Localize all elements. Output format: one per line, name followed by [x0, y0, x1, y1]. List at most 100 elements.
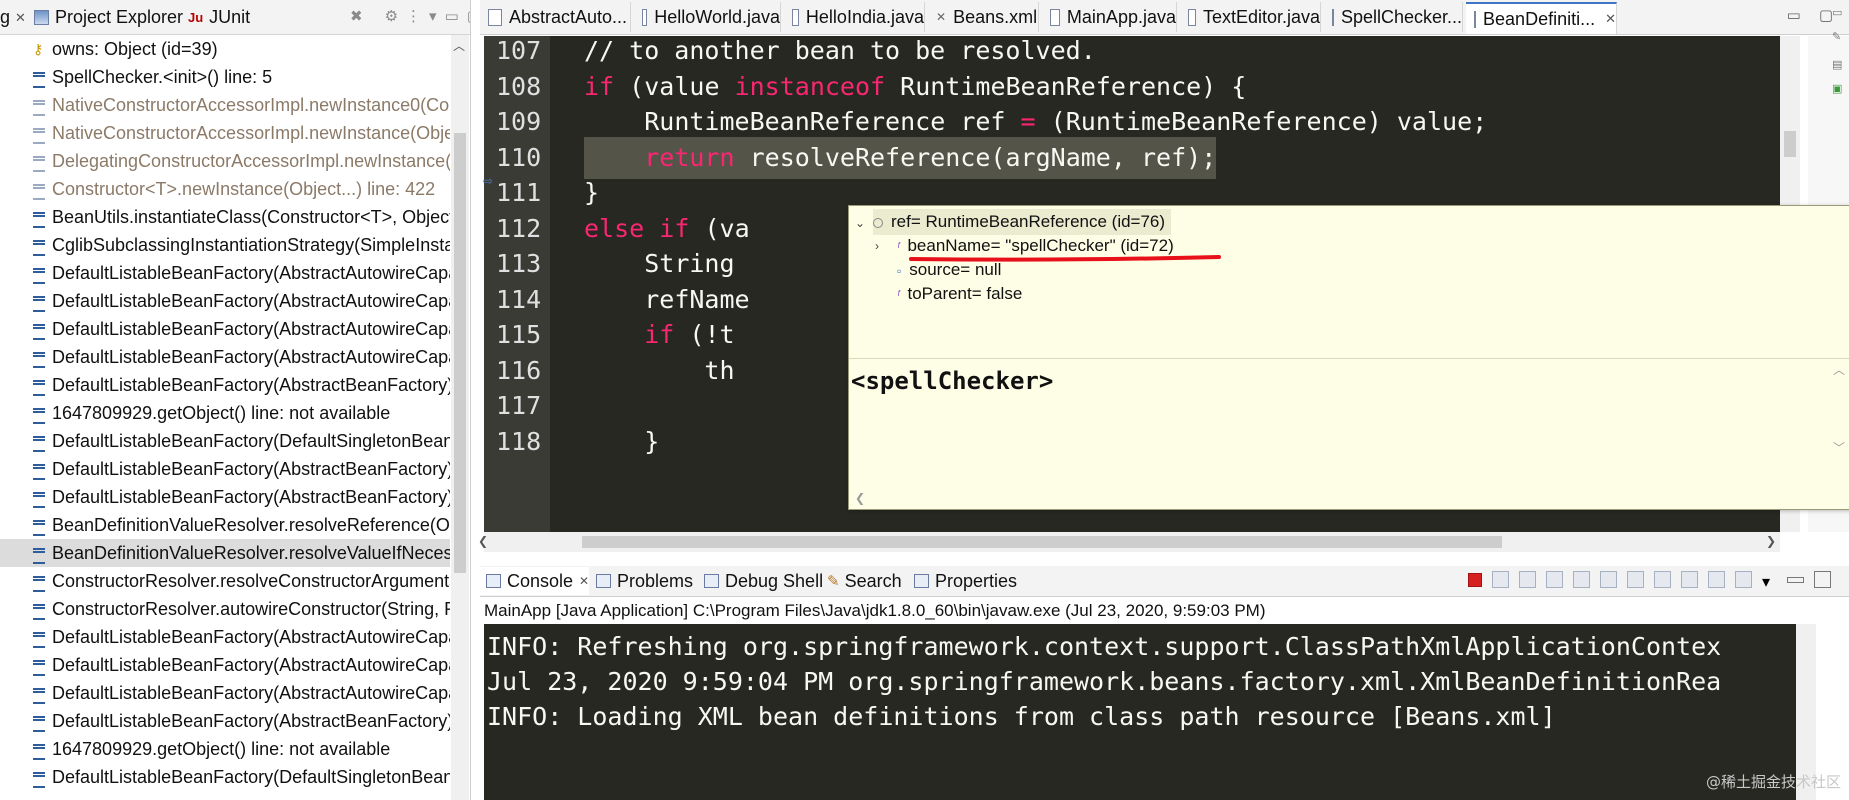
show-on-stderr-icon[interactable] [1654, 571, 1671, 588]
view-menu-icon[interactable]: ▾ [1762, 572, 1777, 591]
stack-frame-item[interactable]: BeanDefinitionValueResolver.resolveRefer… [0, 511, 450, 539]
stack-frame-item[interactable]: SpellChecker.<init>() line: 5 [0, 63, 450, 91]
tab-junit[interactable]: Ju JUnit [188, 3, 250, 32]
editor-tab[interactable]: AbstractAuto... [480, 2, 631, 32]
stack-frame-label: owns: Object (id=39) [52, 39, 218, 59]
stack-frame-item[interactable]: DefaultListableBeanFactory(AbstractBeanF… [0, 483, 450, 511]
tab-console[interactable]: Console ✕ [480, 567, 590, 595]
minimize-icon[interactable] [1787, 576, 1804, 583]
stack-icon[interactable]: ▤ [1832, 58, 1842, 71]
stack-frame-icon [33, 184, 45, 200]
minimize-icon[interactable]: ▭ [445, 7, 459, 25]
stack-frame-item[interactable]: NativeConstructorAccessorImpl.newInstanc… [0, 119, 450, 147]
collapse-icon[interactable]: ⚙ [385, 7, 398, 25]
stack-frame-item[interactable]: DelegatingConstructorAccessorImpl.newIns… [0, 147, 450, 175]
tab-debug-partial[interactable]: g ✕ [0, 3, 31, 32]
stack-frame-label: DefaultListableBeanFactory(AbstractAutow… [52, 655, 450, 675]
maximize-icon[interactable] [1814, 571, 1831, 588]
close-icon[interactable]: ✕ [579, 574, 589, 588]
remove-all-launches-icon[interactable] [1519, 571, 1536, 588]
stack-frame-item[interactable]: BeanDefinitionValueResolver.resolveValue… [0, 539, 450, 567]
stack-frame-item[interactable]: DefaultListableBeanFactory(DefaultSingle… [0, 763, 450, 791]
debug-perspective-icon[interactable]: ▣ [1832, 82, 1842, 95]
stack-frame-item[interactable]: 1647809929.getObject() line: not availab… [0, 399, 450, 427]
stack-frame-item[interactable]: DefaultListableBeanFactory(AbstractAutow… [0, 679, 450, 707]
chevron-right-icon[interactable]: › [875, 233, 879, 259]
vertical-scrollbar[interactable]: ︿ [451, 35, 469, 800]
stack-frame-item[interactable]: DefaultListableBeanFactory(AbstractAutow… [0, 287, 450, 315]
minimize-icon[interactable]: ▭ [1787, 6, 1801, 24]
editor-tab[interactable]: HelloWorld.java [634, 2, 781, 32]
chevron-up-icon[interactable]: ︿ [453, 37, 465, 54]
tab-problems[interactable]: Problems [590, 567, 693, 595]
editor-tab[interactable]: HelloIndia.java [784, 2, 925, 32]
stack-frame-item[interactable]: ConstructorResolver.resolveConstructorAr… [0, 567, 450, 595]
editor-tab[interactable]: BeanDefiniti... ✕ [1466, 2, 1617, 34]
tab-properties[interactable]: Properties [908, 567, 1017, 595]
stack-frame-label: ConstructorResolver.autowireConstructor(… [52, 599, 450, 619]
display-selected-console-icon[interactable] [1708, 571, 1725, 588]
word-wrap-icon[interactable] [1600, 571, 1617, 588]
chevron-right-icon[interactable]: ❯ [1766, 534, 1776, 548]
remove-all-terminated-icon[interactable]: ✖ [350, 7, 363, 25]
chevron-left-icon[interactable]: ❮ [478, 534, 488, 548]
chevron-up-icon[interactable]: ︿ [1833, 361, 1845, 378]
stack-frame-item[interactable]: ConstructorResolver.autowireConstructor(… [0, 595, 450, 623]
stack-frame-item[interactable]: DefaultListableBeanFactory(AbstractAutow… [0, 315, 450, 343]
scrollbar-thumb[interactable] [582, 536, 1502, 548]
show-on-stdout-icon[interactable] [1627, 571, 1644, 588]
close-icon[interactable]: ✕ [15, 10, 26, 26]
stack-frame-item[interactable]: DefaultListableBeanFactory(AbstractAutow… [0, 623, 450, 651]
stack-frame-item[interactable]: DefaultListableBeanFactory(AbstractAutow… [0, 651, 450, 679]
editor-tab[interactable]: ✕ Beans.xml [928, 2, 1039, 32]
tab-debug-shell[interactable]: Debug Shell [698, 567, 823, 595]
tab-label: Problems [617, 570, 694, 591]
editor-horizontal-scrollbar[interactable]: ❮ ❯ [478, 532, 1780, 552]
pin-console-icon[interactable] [1681, 571, 1698, 588]
maximize-icon[interactable]: ▢ [467, 7, 470, 25]
stack-frame-item[interactable]: Constructor<T>.newInstance(Object...) li… [0, 175, 450, 203]
minimize-icon[interactable]: ▭ [1832, 6, 1842, 19]
scrollbar-thumb[interactable] [454, 133, 466, 573]
chevron-down-icon[interactable]: ▾ [429, 7, 437, 25]
stack-frame-item[interactable]: DefaultListableBeanFactory(AbstractAutow… [0, 259, 450, 287]
open-console-icon[interactable] [1735, 571, 1752, 588]
stack-frame-item[interactable]: DefaultListableBeanFactory(AbstractAutow… [0, 343, 450, 371]
stack-frame-item[interactable]: DefaultListableBeanFactory(AbstractBeanF… [0, 371, 450, 399]
stack-frame-item[interactable]: DefaultListableBeanFactory(AbstractBeanF… [0, 707, 450, 735]
stack-frame-item[interactable]: NativeConstructorAccessorImpl.newInstanc… [0, 91, 450, 119]
chevron-down-icon[interactable]: ⌄ [855, 216, 865, 230]
tab-label: Console [507, 570, 574, 591]
console-output[interactable]: INFO: Refreshing org.springframework.con… [484, 624, 1796, 800]
chevron-down-icon[interactable]: ﹀ [1833, 439, 1845, 456]
terminate-icon[interactable] [1468, 572, 1482, 587]
close-icon[interactable]: ✕ [1605, 11, 1616, 27]
stack-frame-item[interactable]: DefaultListableBeanFactory(DefaultSingle… [0, 427, 450, 455]
stack-frame-item[interactable]: 1647809929.getObject() line: not availab… [0, 735, 450, 763]
stack-frame-item[interactable]: CglibSubclassingInstantiationStrategy(Si… [0, 231, 450, 259]
right-trim-toolbar: ▭ ✎ ▤ ▣ [1828, 0, 1849, 110]
scrollbar-thumb[interactable] [1784, 131, 1796, 157]
tree-toggle[interactable]: ⌄ [855, 209, 865, 235]
scroll-lock-icon[interactable] [1573, 571, 1590, 588]
monitor-owns-item[interactable]: ⚷ owns: Object (id=39) [0, 35, 450, 63]
tree-root-node[interactable]: ref= RuntimeBeanReference (id=76) [873, 209, 1172, 235]
detail-vertical-scrollbar[interactable]: ︿ ﹀ [1829, 359, 1849, 509]
tab-project-explorer[interactable]: Project Explorer [34, 3, 183, 32]
tab-search[interactable]: ✎ Search [822, 567, 902, 595]
stack-frame-item[interactable]: DefaultListableBeanFactory(AbstractBeanF… [0, 455, 450, 483]
editor-tab[interactable]: SpellChecker.... [1324, 2, 1463, 32]
view-menu-icon[interactable]: ⋮ [406, 7, 421, 25]
stack-frame-item[interactable]: BeanUtils.instantiateClass(Constructor<T… [0, 203, 450, 231]
editor-tab[interactable]: TextEditor.java [1180, 2, 1321, 32]
remove-launch-icon[interactable] [1492, 571, 1509, 588]
stack-frame-icon [33, 520, 45, 536]
chevron-left-icon[interactable]: ❮ [855, 491, 865, 505]
detail-horizontal-scrollbar[interactable]: ❮ [849, 489, 1829, 509]
pin-icon[interactable]: ✎ [1832, 30, 1841, 43]
clear-console-icon[interactable] [1546, 571, 1563, 588]
tab-label: HelloWorld.java [654, 6, 780, 27]
tree-child-node[interactable]: ᶠ toParent= false [879, 281, 1022, 307]
editor-tab[interactable]: MainApp.java [1042, 2, 1177, 32]
detail-pane[interactable]: <spellChecker> [849, 359, 1829, 489]
